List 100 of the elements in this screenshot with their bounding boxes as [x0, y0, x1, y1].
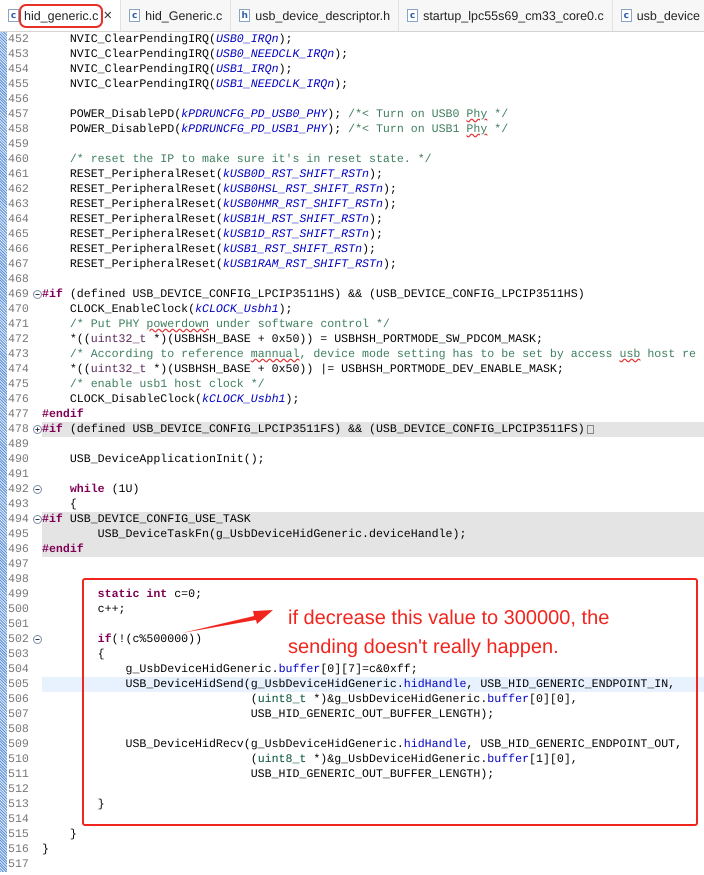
folded-code-icon[interactable] — [586, 425, 594, 434]
line-number: 489 — [7, 438, 30, 451]
code-line: USB_DeviceHidSend(g_UsbDeviceHidGeneric.hidHandle, USB_HID_GENERIC_ENDPOINT_IN, — [124, 677, 676, 692]
line-number: 496 — [7, 543, 30, 556]
line-number: 456 — [7, 93, 30, 106]
file-icon: h — [239, 9, 250, 22]
code-line: #if (defined USB_DEVICE_CONFIG_LPCIP3511FS) && (USB_DEVICE_CONFIG_LPCIP3511FS) — [42, 422, 585, 437]
annotation-note: if decrease this value to 300000, the sending doesn't really happen. — [288, 606, 610, 660]
line-number: 476 — [7, 393, 30, 406]
code-line: NVIC_ClearPendingIRQ(USB0_NEEDCLK_IRQn); — [68, 47, 348, 62]
line-number: 512 — [7, 783, 30, 796]
expand-icon[interactable] — [33, 425, 42, 434]
line-number: 502 — [7, 633, 30, 646]
file-icon: c — [620, 9, 632, 22]
code-line: } — [42, 842, 49, 857]
code-line: RESET_PeripheralReset(kUSB1_RST_SHIFT_RSTn); — [68, 242, 376, 257]
collapse-icon[interactable] — [33, 635, 42, 644]
line-number: 504 — [7, 663, 30, 676]
code-line: #endif — [42, 407, 84, 422]
line-number: 497 — [7, 558, 30, 571]
line-number: 509 — [7, 738, 30, 751]
line-number: 513 — [7, 798, 30, 811]
close-icon[interactable]: × — [103, 8, 112, 23]
code-line: { — [68, 497, 77, 512]
code-line: #if USB_DEVICE_CONFIG_USE_TASK — [42, 512, 251, 527]
code-line: RESET_PeripheralReset(kUSB1D_RST_SHIFT_RSTn); — [68, 227, 383, 242]
code-line: USB_HID_GENERIC_OUT_BUFFER_LENGTH); — [250, 767, 494, 782]
code-line: #if (defined USB_DEVICE_CONFIG_LPCIP3511HS) && (USB_DEVICE_CONFIG_LPCIP3511HS) — [42, 287, 585, 302]
code-line: NVIC_ClearPendingIRQ(USB0_IRQn); — [68, 32, 292, 47]
line-number: 475 — [7, 378, 30, 391]
code-line: *((uint32_t *)(USBHSH_BASE + 0x50)) = USBHSH_PORTMODE_SW_PDCOM_MASK; — [68, 332, 543, 347]
code-line: c++; — [96, 602, 126, 617]
line-number: 458 — [7, 123, 30, 136]
line-number: 494 — [7, 513, 30, 526]
collapse-icon[interactable] — [33, 485, 42, 494]
code-line: USB_HID_GENERIC_OUT_BUFFER_LENGTH); — [250, 707, 494, 722]
code-line: g_UsbDeviceHidGeneric.buffer[0][7]=c&0xff; — [124, 662, 418, 677]
line-number: 463 — [7, 198, 30, 211]
collapse-icon[interactable] — [33, 515, 42, 524]
code-line: while (1U) — [68, 482, 140, 497]
line-number: 461 — [7, 168, 30, 181]
line-number: 452 — [7, 33, 30, 46]
line-number: 517 — [7, 858, 30, 871]
line-number: 503 — [7, 648, 30, 661]
code-line: CLOCK_DisableClock(kCLOCK_Usbh1); — [68, 392, 300, 407]
line-number: 508 — [7, 723, 30, 736]
editor-tab[interactable]: c usb_device — [612, 0, 700, 31]
line-number: 465 — [7, 228, 30, 241]
line-number: 510 — [7, 753, 30, 766]
line-number: 500 — [7, 603, 30, 616]
line-number: 464 — [7, 213, 30, 226]
code-line: if(!(c%500000)) — [96, 632, 202, 647]
line-number: 469 — [7, 288, 30, 301]
line-number: 459 — [7, 138, 30, 151]
collapse-icon[interactable] — [33, 290, 42, 299]
line-number: 478 — [7, 423, 30, 436]
line-number: 455 — [7, 78, 30, 91]
editor-tab[interactable]: c hid_generic.c × — [0, 0, 122, 31]
code-line: *((uint32_t *)(USBHSH_BASE + 0x50)) |= USBHSH_PORTMODE_DEV_ENABLE_MASK; — [68, 362, 564, 377]
code-line: RESET_PeripheralReset(kUSB1H_RST_SHIFT_RSTn); — [68, 212, 383, 227]
line-number: 505 — [7, 678, 30, 691]
line-number: 453 — [7, 48, 30, 61]
line-number: 493 — [7, 498, 30, 511]
line-number: 454 — [7, 63, 30, 76]
code-line: /* reset the IP to make sure it's in reset state. */ — [68, 152, 432, 167]
code-line: RESET_PeripheralReset(kUSB0HMR_RST_SHIFT_RSTn); — [68, 197, 397, 212]
line-number: 515 — [7, 828, 30, 841]
code-line: USB_DeviceApplicationInit(); — [68, 452, 265, 467]
line-number: 492 — [7, 483, 30, 496]
code-line: USB_DeviceTaskFn(g_UsbDeviceHidGeneric.deviceHandle); — [96, 527, 466, 542]
line-number: 460 — [7, 153, 30, 166]
line-number: 472 — [7, 333, 30, 346]
code-line: CLOCK_EnableClock(kCLOCK_Usbh1); — [68, 302, 292, 317]
line-number: 466 — [7, 243, 30, 256]
code-line: } — [96, 797, 105, 812]
line-number: 477 — [7, 408, 30, 421]
code-line: RESET_PeripheralReset(kUSB1RAM_RST_SHIFT_RSTn); — [68, 257, 397, 272]
line-number: 470 — [7, 303, 30, 316]
line-number: 471 — [7, 318, 30, 331]
line-number: 490 — [7, 453, 30, 466]
code-line: RESET_PeripheralReset(kUSB0HSL_RST_SHIFT_RSTn); — [68, 182, 397, 197]
code-line: NVIC_ClearPendingIRQ(USB1_IRQn); — [68, 62, 292, 77]
code-line: } — [68, 827, 77, 842]
code-line: /* According to reference mannual, device mode setting has to be set by access usb host re — [68, 347, 696, 362]
file-icon: c — [407, 9, 418, 22]
line-number: 514 — [7, 813, 30, 826]
line-number: 462 — [7, 183, 30, 196]
code-line: (uint8_t *)&g_UsbDeviceHidGeneric.buffer[0][0], — [250, 692, 578, 707]
code-line: POWER_DisablePD(kPDRUNCFG_PD_USB0_PHY); /*< Turn on USB0 Phy */ — [68, 107, 508, 122]
code-line: static int c=0; — [96, 587, 202, 602]
line-number: 499 — [7, 588, 30, 601]
line-number: 474 — [7, 363, 30, 376]
line-number: 507 — [7, 708, 30, 721]
line-number: 457 — [7, 108, 30, 121]
line-number: 516 — [7, 843, 30, 856]
line-number: 495 — [7, 528, 30, 541]
code-line: USB_DeviceHidRecv(g_UsbDeviceHidGeneric.hidHandle, USB_HID_GENERIC_ENDPOINT_OUT, — [124, 737, 682, 752]
code-line: /* Put PHY powerdown under software control */ — [68, 317, 390, 332]
line-number: 468 — [7, 273, 30, 286]
line-number: 467 — [7, 258, 30, 271]
